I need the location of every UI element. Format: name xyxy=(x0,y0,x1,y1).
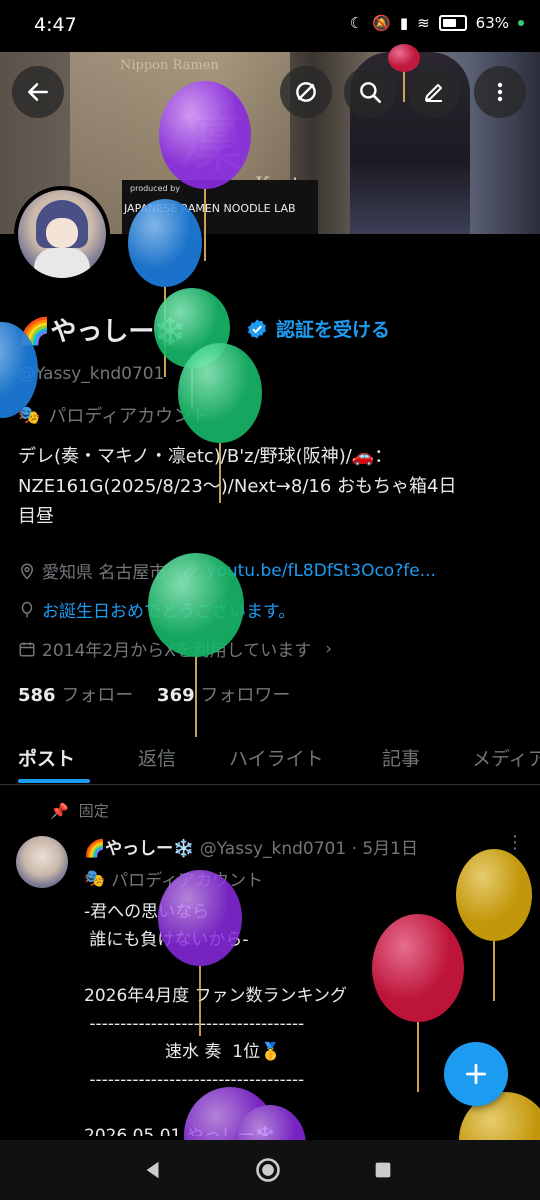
balloon-blue-edge xyxy=(0,322,38,418)
balloon-green-3 xyxy=(148,553,244,737)
balloon-purple-mid xyxy=(158,870,242,1036)
plus-icon xyxy=(465,1063,487,1085)
nav-home-icon[interactable] xyxy=(254,1156,282,1184)
system-nav-bar xyxy=(0,1140,540,1200)
compose-fab[interactable] xyxy=(444,1042,508,1106)
nav-back-icon[interactable] xyxy=(142,1159,164,1181)
birthday-balloons xyxy=(0,44,540,1188)
balloon-red-top xyxy=(388,44,420,102)
balloon-yellow-right xyxy=(456,849,532,1001)
nav-recents-icon[interactable] xyxy=(372,1159,394,1181)
balloon-green-2 xyxy=(178,343,262,503)
